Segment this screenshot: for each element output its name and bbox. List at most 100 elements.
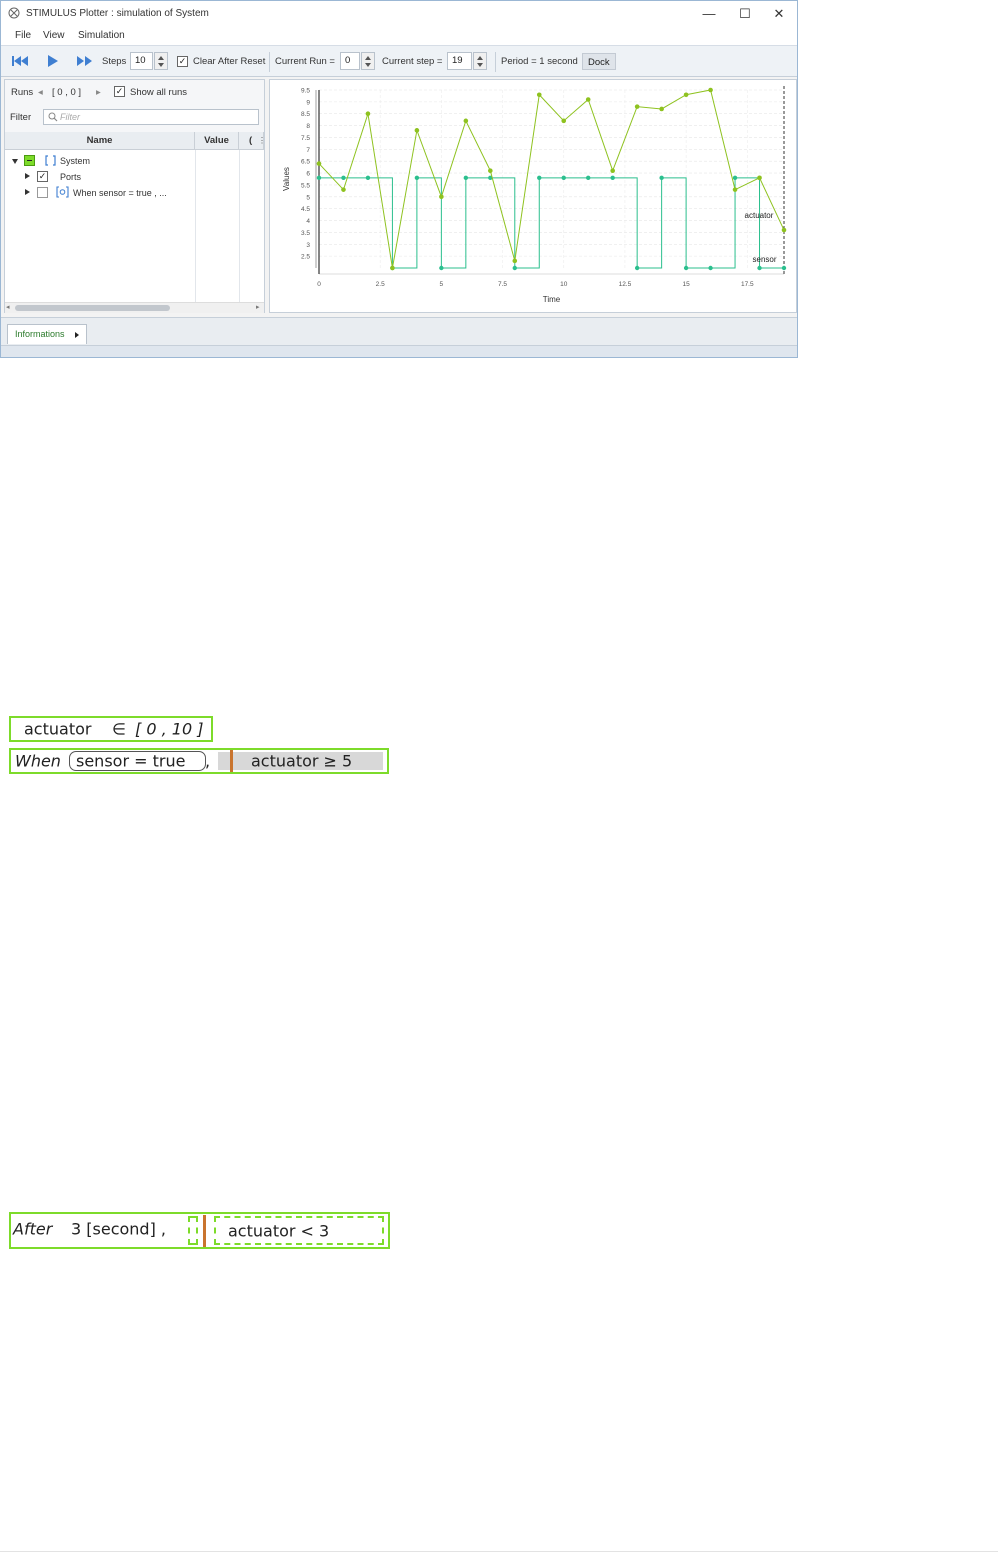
y-tick-label: 4.5 — [301, 206, 310, 213]
steps-spinner[interactable] — [154, 52, 168, 70]
column-divider — [239, 150, 240, 302]
sensor-point — [732, 175, 738, 181]
y-tick-label: 6.5 — [301, 159, 310, 166]
search-icon — [48, 112, 58, 122]
tree-row-ports[interactable]: ✓ Ports — [5, 170, 195, 186]
show-all-runs-label: Show all runs — [130, 87, 188, 98]
x-tick-label: 12.5 — [619, 281, 632, 288]
actuator-point — [757, 175, 762, 181]
tree-row-when[interactable]: When sensor = true , ... — [5, 186, 195, 202]
current-step-label: Current step = — [382, 56, 443, 67]
minimize-button[interactable]: — — [691, 1, 727, 27]
req-variable: actuator — [24, 719, 92, 739]
tree-label: System — [60, 156, 91, 166]
actuator-point — [463, 118, 469, 124]
tristate-checkbox[interactable] — [24, 155, 35, 166]
informations-tab[interactable]: Informations — [7, 324, 87, 344]
expand-toggle-icon[interactable] — [25, 189, 30, 195]
actuator-point — [561, 118, 567, 124]
menu-simulation[interactable]: Simulation — [78, 30, 125, 41]
scroll-left-icon[interactable]: ◂ — [6, 303, 10, 311]
block-icon — [45, 155, 56, 166]
runs-range: [ 0 , 0 ] — [52, 87, 82, 98]
actuator-point — [316, 161, 322, 166]
actuator-point — [488, 168, 493, 173]
play-icon[interactable] — [47, 55, 59, 67]
scroll-right-icon[interactable]: ▸ — [256, 303, 260, 311]
req-duration: 3 [second] , — [71, 1219, 166, 1239]
current-step-spinner[interactable] — [473, 52, 487, 70]
toolbar: Steps 10 ✓ Clear After Reset Current Run… — [1, 45, 797, 77]
column-header-value[interactable]: Value — [195, 132, 239, 150]
runs-next-icon[interactable]: ▸ — [96, 87, 101, 98]
requirement-after: After 3 [second] , actuator < 3 — [9, 1212, 390, 1249]
actuator-point — [683, 92, 689, 98]
current-run-input[interactable]: 0 — [340, 52, 360, 70]
y-tick-label: 9 — [306, 99, 310, 106]
ports-checkbox[interactable]: ✓ — [37, 171, 48, 182]
fast-forward-icon[interactable] — [77, 55, 93, 67]
app-logo-icon — [8, 7, 20, 19]
actuator-point — [512, 258, 518, 264]
show-all-runs-checkbox[interactable]: ✓ — [114, 86, 125, 97]
req-condition: sensor = true — [76, 751, 186, 771]
sensor-point — [316, 175, 322, 181]
actuator-point — [732, 187, 738, 192]
runs-prev-icon[interactable]: ◂ — [38, 87, 43, 98]
req-empty-slot[interactable] — [188, 1216, 198, 1245]
page-divider — [0, 1551, 998, 1552]
expand-toggle-icon[interactable] — [25, 173, 30, 179]
y-tick-label: 8 — [306, 123, 310, 130]
menu-view[interactable]: View — [43, 30, 65, 41]
actuator-point — [536, 92, 542, 98]
req-keyword-when: When — [15, 751, 61, 771]
actuator-point — [439, 194, 444, 200]
tree-row-system[interactable]: System — [5, 154, 195, 170]
sensor-point — [414, 175, 420, 181]
scroll-thumb[interactable] — [15, 305, 170, 311]
close-button[interactable]: ✕ — [761, 1, 797, 27]
req-range: [ 0 , 10 ] — [135, 719, 204, 739]
x-tick-label: 15 — [682, 281, 690, 288]
expand-toggle-icon[interactable] — [12, 159, 18, 164]
clear-after-reset-checkbox[interactable]: ✓ — [177, 56, 188, 67]
sensor-series-line — [319, 177, 784, 269]
chart-axes: 2.5 3 3.5 4 4.5 5 5.5 6 6.5 7 7.5 8 8.5 9 9.5 0 2.5 5 7.5 1… — [301, 86, 785, 288]
steps-input[interactable]: 10 — [130, 52, 153, 70]
y-tick-label: 2.5 — [301, 254, 310, 261]
sensor-point — [463, 175, 469, 181]
maximize-button[interactable]: ☐ — [727, 1, 763, 27]
sensor-point — [561, 175, 566, 181]
window-title: STIMULUS Plotter : simulation of System — [26, 8, 209, 19]
actuator-point — [659, 106, 664, 112]
filter-row: Filter Filter — [5, 104, 264, 133]
tab-arrow-icon[interactable] — [75, 332, 79, 338]
actuator-point — [708, 87, 713, 93]
menu-file[interactable]: File — [15, 30, 31, 41]
sensor-point — [439, 265, 444, 271]
sensor-point — [537, 175, 542, 181]
req-keyword-after: After — [13, 1219, 53, 1239]
x-tick-label: 0 — [317, 281, 321, 288]
sensor-point — [659, 175, 664, 181]
requirement-icon — [56, 186, 69, 198]
column-header-name[interactable]: Name — [5, 132, 195, 150]
dock-button[interactable]: Dock — [582, 53, 616, 70]
current-step-input[interactable]: 19 — [447, 52, 472, 70]
actuator-point — [341, 187, 346, 192]
column-menu-icon[interactable]: ⋮ — [258, 136, 266, 145]
y-tick-label: 5.5 — [301, 182, 310, 189]
y-tick-label: 8.5 — [301, 111, 310, 118]
sensor-series-label: sensor — [753, 255, 777, 264]
filter-input[interactable]: Filter — [43, 109, 259, 125]
actuator-point — [390, 265, 395, 271]
when-checkbox[interactable] — [37, 187, 48, 198]
rewind-icon[interactable] — [12, 55, 29, 67]
sensor-point — [341, 175, 346, 181]
toolbar-separator — [495, 52, 496, 72]
chart-labels: Time Values actuator sensor — [282, 167, 777, 304]
current-run-label: Current Run = — [275, 56, 335, 67]
current-run-spinner[interactable] — [361, 52, 375, 70]
horizontal-scrollbar[interactable]: ◂ ▸ — [5, 302, 264, 313]
chart-panel: 2.5 3 3.5 4 4.5 5 5.5 6 6.5 7 7.5 8 8.5 9 9.5 0 2.5 5 7.5 1… — [269, 79, 797, 313]
